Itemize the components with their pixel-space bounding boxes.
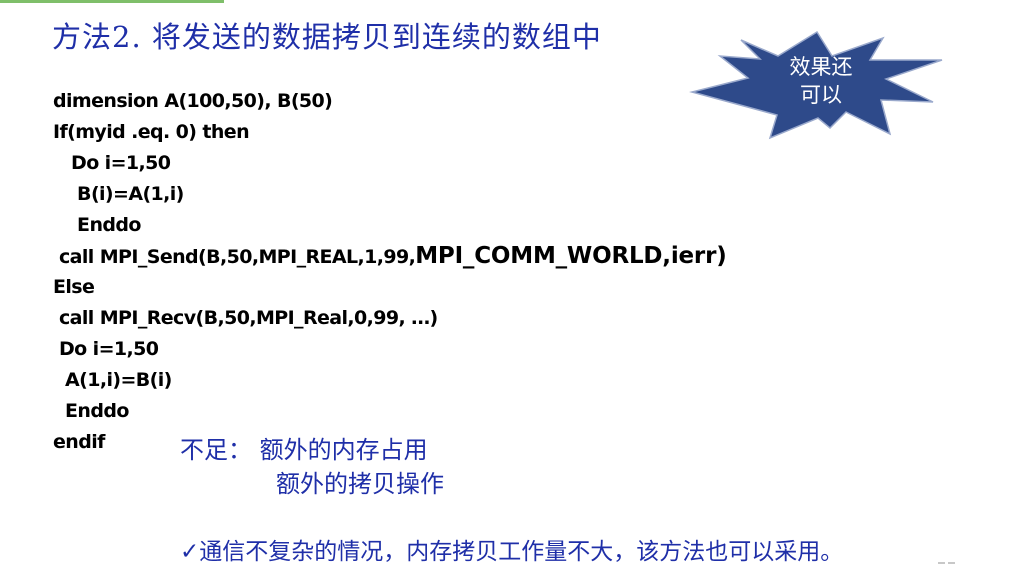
code-block: dimension A(100,50), B(50) If(myid .eq. … [53,86,727,458]
accent-bar [0,0,224,3]
code-line: Else [53,276,95,298]
code-line-send: call MPI_Send(B,50,MPI_REAL,1,99,MPI_COM… [53,241,727,272]
drawback-item: 额外的拷贝操作 [276,470,444,498]
code-line: Do i=1,50 [53,152,171,174]
code-line: If(myid .eq. 0) then [53,121,250,143]
code-line: B(i)=A(1,i) [53,183,184,205]
drawback-label: 不足： [180,436,252,464]
code-line: call MPI_Recv(B,50,MPI_Real,0,99, …) [53,307,438,329]
callout-line-2: 可以 [800,83,842,107]
code-line: Enddo [53,214,141,236]
slide-title: 方法2. 将发送的数据拷贝到连续的数组中 [52,20,602,54]
code-line: A(1,i)=B(i) [53,369,172,391]
callout-text: 效果还 可以 [759,53,883,109]
code-send-head: call MPI_Send(B,50,MPI_REAL,1,99, [53,246,416,268]
checkmark-icon: ✓ [180,539,200,565]
code-line: Enddo [53,400,129,422]
drawback-item: 额外的内存占用 [259,436,428,464]
slide-number-mark [938,562,955,564]
callout-line-1: 效果还 [789,55,853,79]
code-line: dimension A(100,50), B(50) [53,90,333,112]
code-line: Do i=1,50 [53,338,159,360]
summary-line: ✓通信不复杂的情况，内存拷贝工作量不大，该方法也可以采用。 [180,532,843,566]
drawback-line-2: 额外的拷贝操作 [276,464,444,499]
drawback-line-1: 不足： 额外的内存占用 [180,430,428,465]
code-send-tail: MPI_COMM_WORLD,ierr) [415,243,727,269]
summary-text: 通信不复杂的情况，内存拷贝工作量不大，该方法也可以采用。 [199,539,844,565]
